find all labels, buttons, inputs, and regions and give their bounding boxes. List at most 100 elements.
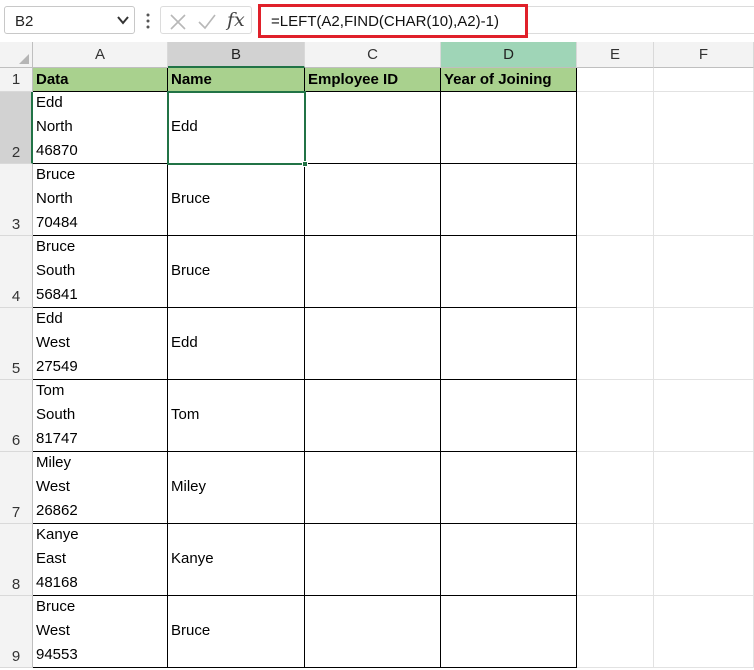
data-line: Miley bbox=[36, 454, 72, 471]
cell-b3[interactable]: Bruce bbox=[168, 164, 305, 236]
name-value: Tom bbox=[171, 406, 200, 423]
cell-f8[interactable] bbox=[654, 524, 754, 596]
column-header-f[interactable]: F bbox=[654, 42, 754, 68]
cell-f2[interactable] bbox=[654, 92, 754, 164]
cell-e9[interactable] bbox=[577, 596, 654, 668]
cell-d7[interactable] bbox=[441, 452, 577, 524]
formula-text: =LEFT(A2,FIND(CHAR(10),A2)-1) bbox=[271, 13, 499, 30]
cell-a9[interactable]: Bruce West 94553 bbox=[33, 596, 168, 668]
cell-a4[interactable]: Bruce South 56841 bbox=[33, 236, 168, 308]
cell-c2[interactable] bbox=[305, 92, 441, 164]
data-line: West bbox=[36, 478, 70, 495]
column-header-c[interactable]: C bbox=[305, 42, 441, 68]
select-all-corner[interactable] bbox=[0, 42, 33, 68]
fx-icon[interactable]: fx bbox=[227, 9, 245, 31]
formula-input-extension[interactable] bbox=[528, 6, 754, 34]
cell-a7[interactable]: Miley West 26862 bbox=[33, 452, 168, 524]
data-line: Edd bbox=[36, 94, 63, 111]
cell-e1[interactable] bbox=[577, 68, 654, 92]
cell-f3[interactable] bbox=[654, 164, 754, 236]
data-line: West bbox=[36, 622, 70, 639]
cell-e4[interactable] bbox=[577, 236, 654, 308]
row-header-1[interactable]: 1 bbox=[0, 68, 33, 92]
column-header-d[interactable]: D bbox=[441, 42, 577, 68]
close-icon[interactable] bbox=[169, 13, 187, 31]
cell-c7[interactable] bbox=[305, 452, 441, 524]
cell-d3[interactable] bbox=[441, 164, 577, 236]
cell-d8[interactable] bbox=[441, 524, 577, 596]
cell-c1[interactable]: Employee ID bbox=[305, 68, 441, 92]
cell-d5[interactable] bbox=[441, 308, 577, 380]
cell-b9[interactable]: Bruce bbox=[168, 596, 305, 668]
row-header-3[interactable]: 3 bbox=[0, 164, 33, 236]
cell-b8[interactable]: Kanye bbox=[168, 524, 305, 596]
data-line: Bruce bbox=[36, 166, 76, 183]
cell-e3[interactable] bbox=[577, 164, 654, 236]
column-header-b[interactable]: B bbox=[168, 42, 305, 68]
more-icon[interactable] bbox=[146, 12, 150, 30]
cell-e6[interactable] bbox=[577, 380, 654, 452]
cell-c3[interactable] bbox=[305, 164, 441, 236]
name-value: Bruce bbox=[171, 262, 211, 279]
row-header-7[interactable]: 7 bbox=[0, 452, 33, 524]
data-line: Kanye bbox=[36, 526, 79, 543]
cell-d9[interactable] bbox=[441, 596, 577, 668]
cell-a1[interactable]: Data bbox=[33, 68, 168, 92]
cell-c6[interactable] bbox=[305, 380, 441, 452]
cell-c8[interactable] bbox=[305, 524, 441, 596]
cell-d6[interactable] bbox=[441, 380, 577, 452]
row-header-2[interactable]: 2 bbox=[0, 92, 33, 164]
checkmark-icon[interactable] bbox=[197, 13, 217, 31]
cell-a6[interactable]: Tom South 81747 bbox=[33, 380, 168, 452]
chevron-down-icon[interactable] bbox=[116, 13, 130, 27]
cell-e5[interactable] bbox=[577, 308, 654, 380]
cell-d1[interactable]: Year of Joining bbox=[441, 68, 577, 92]
name-value: Bruce bbox=[171, 622, 211, 639]
name-box[interactable]: B2 bbox=[4, 6, 135, 34]
cell-a2[interactable]: Edd North 46870 bbox=[33, 92, 168, 164]
cell-b4[interactable]: Bruce bbox=[168, 236, 305, 308]
data-line: South bbox=[36, 406, 76, 423]
data-line: 48168 bbox=[36, 574, 78, 591]
data-line: 81747 bbox=[36, 430, 78, 447]
cell-b7[interactable]: Miley bbox=[168, 452, 305, 524]
column-header-a[interactable]: A bbox=[33, 42, 168, 68]
row-header-5[interactable]: 5 bbox=[0, 308, 33, 380]
cell-e2[interactable] bbox=[577, 92, 654, 164]
formula-input[interactable]: =LEFT(A2,FIND(CHAR(10),A2)-1) bbox=[258, 4, 528, 38]
cell-f1[interactable] bbox=[654, 68, 754, 92]
column-header-e[interactable]: E bbox=[577, 42, 654, 68]
cell-e7[interactable] bbox=[577, 452, 654, 524]
data-line: East bbox=[36, 550, 67, 567]
row-header-9[interactable]: 9 bbox=[0, 596, 33, 668]
row-header-6[interactable]: 6 bbox=[0, 380, 33, 452]
cell-a8[interactable]: Kanye East 48168 bbox=[33, 524, 168, 596]
cell-c4[interactable] bbox=[305, 236, 441, 308]
cell-c5[interactable] bbox=[305, 308, 441, 380]
data-line: 26862 bbox=[36, 502, 78, 519]
cell-c9[interactable] bbox=[305, 596, 441, 668]
formula-buttons: fx bbox=[160, 6, 252, 34]
data-line: 56841 bbox=[36, 286, 78, 303]
cell-a5[interactable]: Edd West 27549 bbox=[33, 308, 168, 380]
data-line: West bbox=[36, 334, 70, 351]
cell-b5[interactable]: Edd bbox=[168, 308, 305, 380]
fill-handle[interactable] bbox=[302, 161, 308, 167]
cell-b6[interactable]: Tom bbox=[168, 380, 305, 452]
active-cell-selection bbox=[167, 91, 308, 167]
cell-f9[interactable] bbox=[654, 596, 754, 668]
data-line: 94553 bbox=[36, 646, 78, 663]
cell-a3[interactable]: Bruce North 70484 bbox=[33, 164, 168, 236]
cell-b1[interactable]: Name bbox=[168, 68, 305, 92]
cell-e8[interactable] bbox=[577, 524, 654, 596]
row-header-8[interactable]: 8 bbox=[0, 524, 33, 596]
name-value: Bruce bbox=[171, 190, 211, 207]
formula-bar: B2 fx =LEFT(A2,FIND(CHAR(10),A2)-1) bbox=[0, 0, 754, 42]
row-header-4[interactable]: 4 bbox=[0, 236, 33, 308]
cell-f7[interactable] bbox=[654, 452, 754, 524]
cell-f5[interactable] bbox=[654, 308, 754, 380]
cell-f4[interactable] bbox=[654, 236, 754, 308]
cell-d2[interactable] bbox=[441, 92, 577, 164]
cell-d4[interactable] bbox=[441, 236, 577, 308]
cell-f6[interactable] bbox=[654, 380, 754, 452]
